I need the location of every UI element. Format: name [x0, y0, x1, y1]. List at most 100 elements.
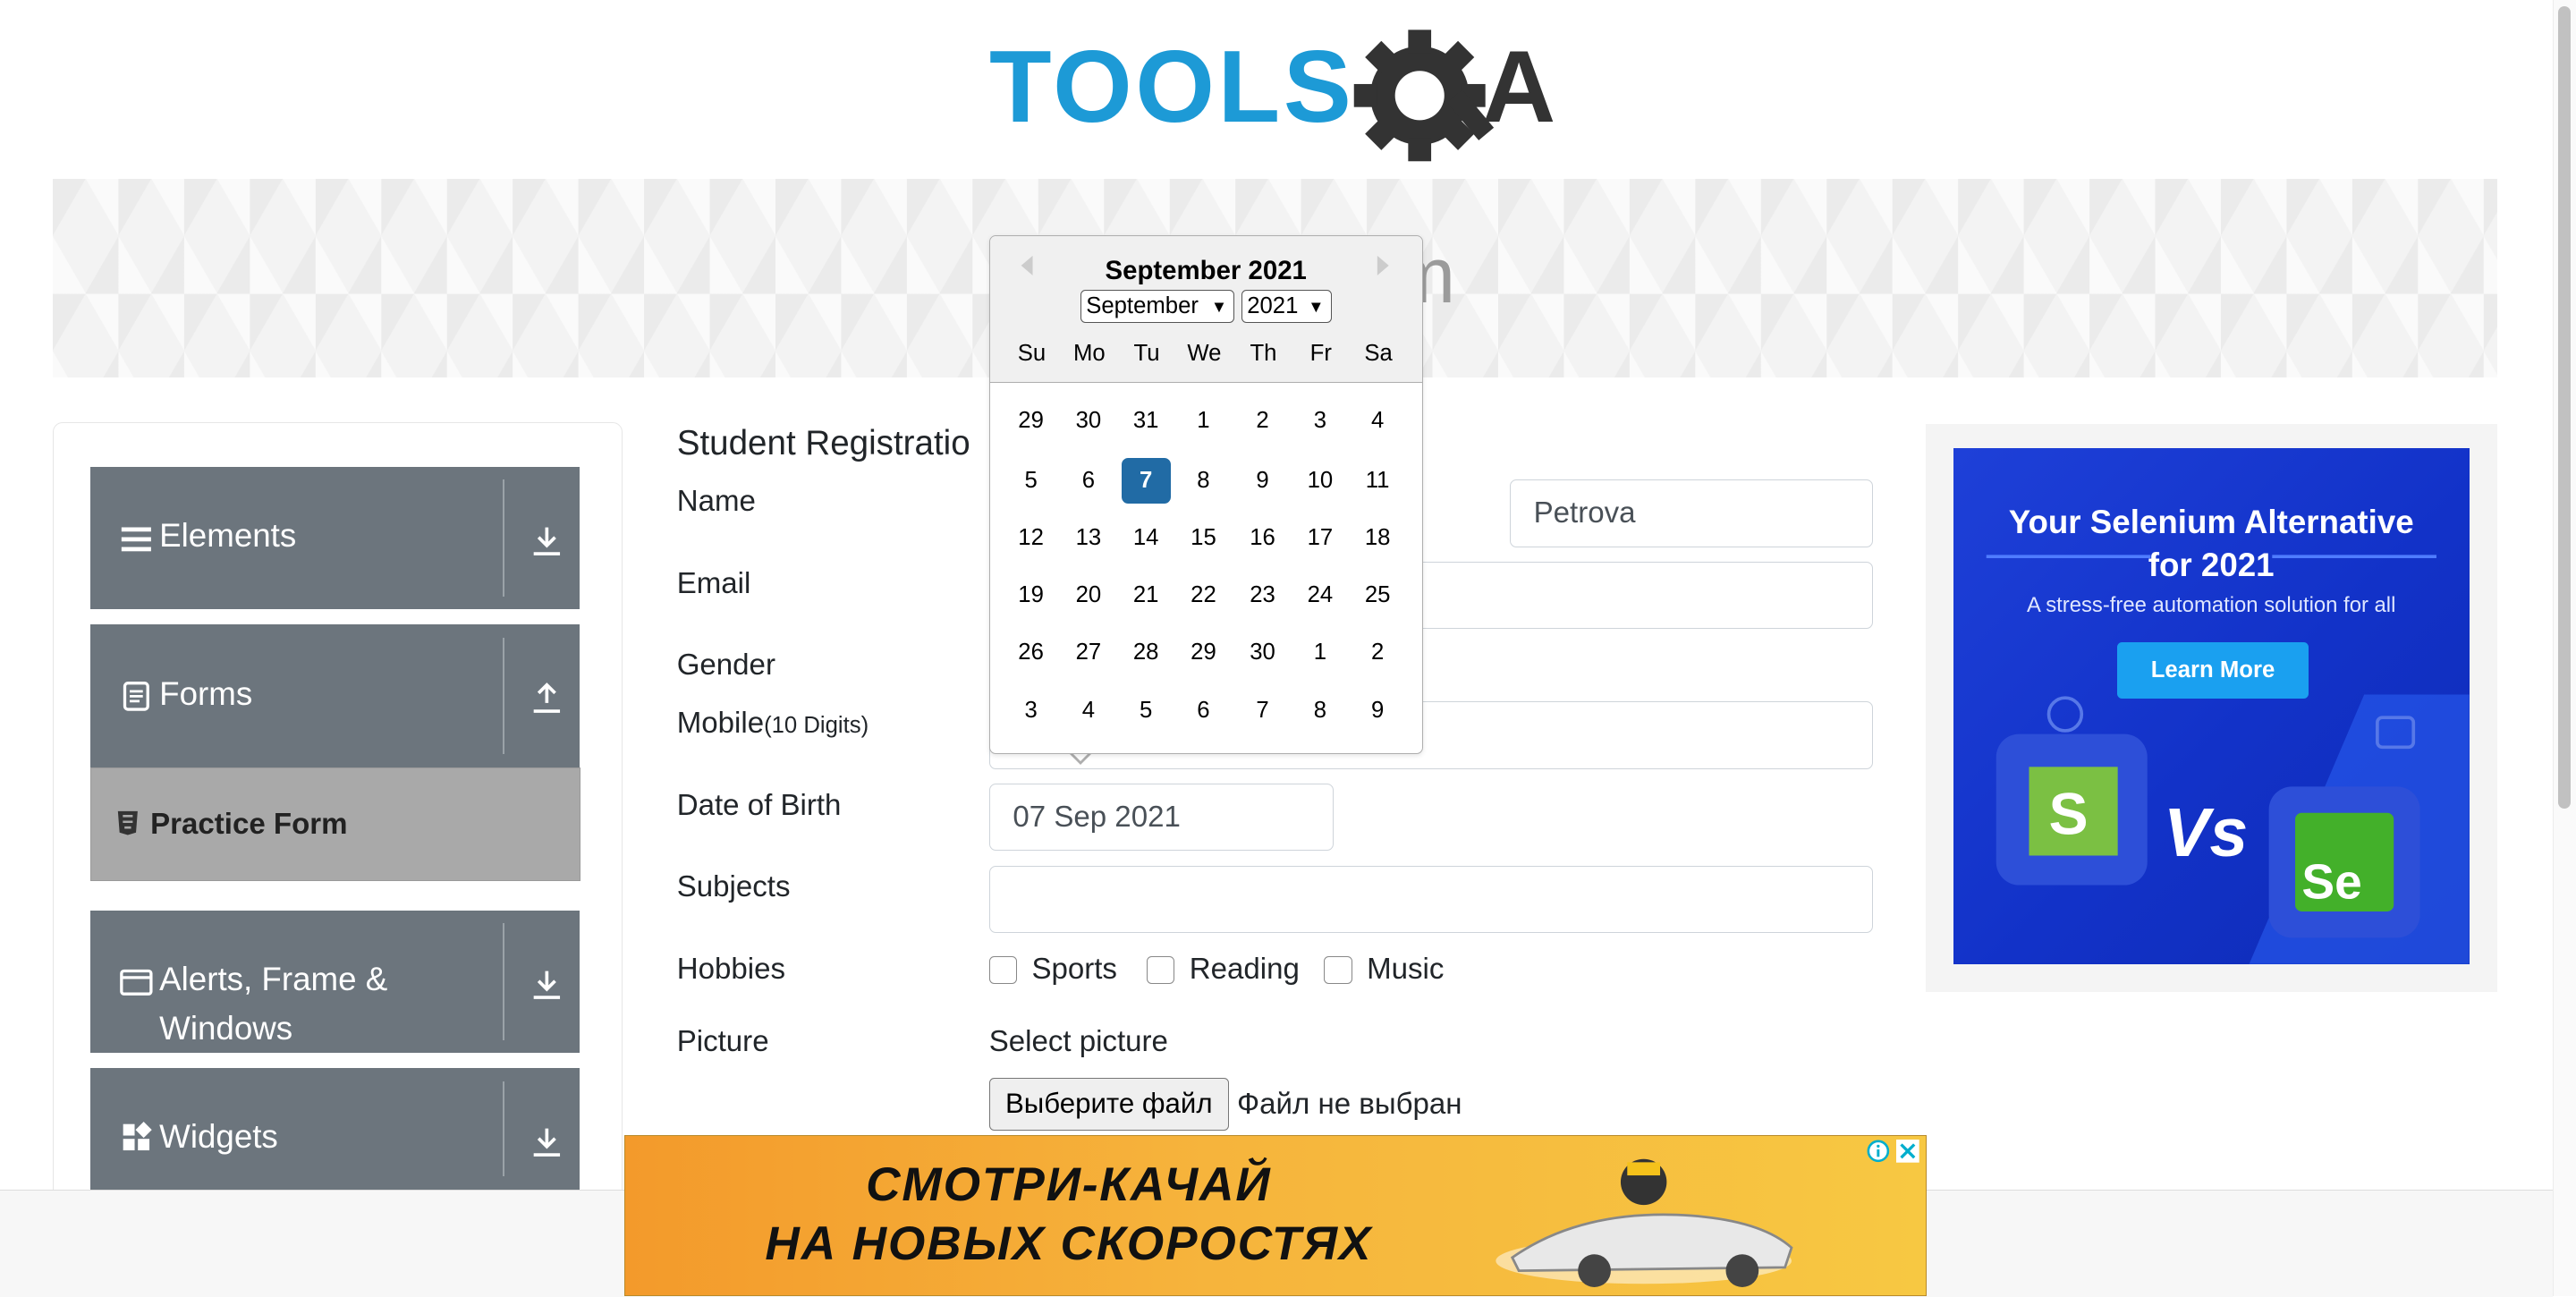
sidebar-item-label: Practice Form: [150, 807, 348, 841]
calendar-day[interactable]: 2: [1238, 398, 1287, 444]
weekday-label: Mo: [1072, 341, 1106, 367]
ad-bottom-text: СМОТРИ-КАЧАЙ НА НОВЫХ СКОРОСТЯХ: [724, 1156, 1413, 1274]
calendar-day[interactable]: 29: [1179, 630, 1228, 675]
last-name-value: Petrova: [1533, 496, 1636, 530]
calendar-day[interactable]: 4: [1063, 688, 1113, 733]
calendar-day[interactable]: 1: [1179, 398, 1228, 444]
calendar-day[interactable]: 1: [1295, 630, 1344, 675]
sidebar-group-widgets[interactable]: Widgets: [90, 1067, 580, 1190]
hobby-sports-checkbox[interactable]: [988, 955, 1018, 985]
ad-right-subtitle: A stress-free automation solution for al…: [2026, 593, 2396, 618]
divider: [503, 637, 504, 755]
logo-text-a: A: [1482, 30, 1555, 144]
name-label: Name: [676, 484, 756, 518]
calendar-day[interactable]: 6: [1063, 458, 1113, 504]
calendar-day[interactable]: 7: [1238, 688, 1287, 733]
scrollbar-thumb[interactable]: [2557, 6, 2572, 809]
ad-right-title-line1: Your Selenium Alternative: [2008, 504, 2414, 541]
ad-bottom-banner[interactable]: СМОТРИ-КАЧАЙ НА НОВЫХ СКОРОСТЯХ: [623, 1135, 1928, 1297]
calendar-day[interactable]: 19: [1006, 572, 1055, 618]
ad-close-icon[interactable]: [1896, 1139, 1920, 1163]
email-label: Email: [676, 566, 751, 600]
subjects-input[interactable]: [988, 865, 1873, 934]
mobile-hint: (10 Digits): [764, 712, 869, 738]
weekday-label: Su: [1017, 341, 1046, 367]
sidebar-group-label: Widgets: [159, 1118, 278, 1156]
sidebar-item-practice-form[interactable]: Practice Form: [90, 767, 580, 881]
choose-file-button[interactable]: Выберите файл: [988, 1077, 1229, 1131]
calendar-day[interactable]: 30: [1063, 398, 1113, 444]
calendar-day[interactable]: 14: [1122, 515, 1171, 561]
hobbies-label: Hobbies: [676, 953, 785, 987]
divider: [503, 1081, 504, 1177]
hobby-sports-label[interactable]: Sports: [1031, 953, 1117, 987]
calendar-day[interactable]: 21: [1122, 572, 1171, 618]
calendar-day[interactable]: 17: [1295, 515, 1344, 561]
calendar-day[interactable]: 10: [1295, 458, 1344, 504]
download-arrow-icon[interactable]: [530, 524, 564, 557]
calendar-day[interactable]: 3: [1295, 398, 1344, 444]
weekday-label: Sa: [1364, 341, 1393, 367]
hobby-music-label[interactable]: Music: [1367, 953, 1444, 987]
calendar-day[interactable]: 28: [1122, 630, 1171, 675]
calendar-day[interactable]: 9: [1238, 458, 1287, 504]
learn-more-button[interactable]: Learn More: [2117, 642, 2309, 699]
calendar-day[interactable]: 29: [1006, 398, 1055, 444]
calendar-day[interactable]: 8: [1179, 458, 1228, 504]
calendar-day[interactable]: 22: [1179, 572, 1228, 618]
upload-arrow-icon[interactable]: [530, 682, 564, 715]
sidebar-group-label: Elements: [159, 517, 297, 555]
toolsqa-logo[interactable]: TOOLS A: [989, 23, 1568, 165]
calendar-day[interactable]: 25: [1353, 572, 1402, 618]
divider: [503, 479, 504, 597]
hobby-reading-label[interactable]: Reading: [1190, 953, 1300, 987]
last-name-input[interactable]: Petrova: [1509, 479, 1873, 547]
calendar-day[interactable]: 31: [1122, 398, 1171, 444]
weekday-label: Fr: [1309, 341, 1332, 367]
download-arrow-icon[interactable]: [530, 968, 564, 1001]
calendar-title: September 2021: [1105, 255, 1307, 285]
html5-icon: [117, 810, 138, 835]
calendar-day[interactable]: 9: [1353, 688, 1402, 733]
sidebar-group-elements[interactable]: Elements: [90, 466, 580, 610]
calendar-day[interactable]: 5: [1006, 458, 1055, 504]
calendar-day[interactable]: 27: [1063, 630, 1113, 675]
logo-text-tools: TOOLS: [989, 30, 1354, 144]
calendar-day[interactable]: 2: [1353, 630, 1402, 675]
calendar-day[interactable]: 5: [1122, 688, 1171, 733]
calendar-day[interactable]: 30: [1238, 630, 1287, 675]
calendar-day[interactable]: 13: [1063, 515, 1113, 561]
calendar-day[interactable]: 8: [1295, 688, 1344, 733]
select-picture-label: Select picture: [988, 1025, 1168, 1059]
calendar-day[interactable]: 11: [1353, 458, 1402, 504]
sidebar-group-alerts[interactable]: Alerts, Frame & Windows: [90, 910, 580, 1054]
sidebar-group-label-line2: Windows: [159, 1010, 293, 1047]
calendar-day[interactable]: 24: [1295, 572, 1344, 618]
ad-bottom-line1: СМОТРИ-КАЧАЙ: [866, 1158, 1272, 1212]
calendar-day[interactable]: 18: [1353, 515, 1402, 561]
calendar-day[interactable]: 4: [1353, 398, 1402, 444]
calendar-day[interactable]: 20: [1063, 572, 1113, 618]
calendar-day[interactable]: 16: [1238, 515, 1287, 561]
dob-value: 07 Sep 2021: [1013, 800, 1181, 834]
calendar-day[interactable]: 23: [1238, 572, 1287, 618]
calendar-header: September 2021 September ▼ 2021 ▼ Su Mo Tu…: [989, 235, 1422, 384]
year-select[interactable]: 2021 ▼: [1241, 290, 1332, 323]
calendar-day[interactable]: 15: [1179, 515, 1228, 561]
month-select[interactable]: September ▼: [1080, 290, 1235, 323]
calendar-day[interactable]: 7: [1121, 457, 1171, 504]
calendar-day[interactable]: 6: [1179, 688, 1228, 733]
hobby-music-checkbox[interactable]: [1324, 955, 1352, 985]
hobby-reading-checkbox[interactable]: [1147, 955, 1175, 985]
ad-info-icon[interactable]: [1867, 1140, 1890, 1163]
download-arrow-icon[interactable]: [530, 1125, 564, 1158]
gear-icon: [1353, 30, 1494, 161]
calendar-day[interactable]: 12: [1006, 515, 1055, 561]
window-icon: [120, 969, 153, 996]
ad-right-banner[interactable]: S Se Your Selenium Alternative for 2021 …: [1953, 448, 2470, 965]
calendar-day[interactable]: 26: [1006, 630, 1055, 675]
picture-label: Picture: [676, 1025, 769, 1059]
sidebar-group-forms[interactable]: Forms: [90, 623, 580, 767]
calendar-day[interactable]: 3: [1006, 688, 1055, 733]
dob-input[interactable]: 07 Sep 2021: [988, 784, 1335, 852]
